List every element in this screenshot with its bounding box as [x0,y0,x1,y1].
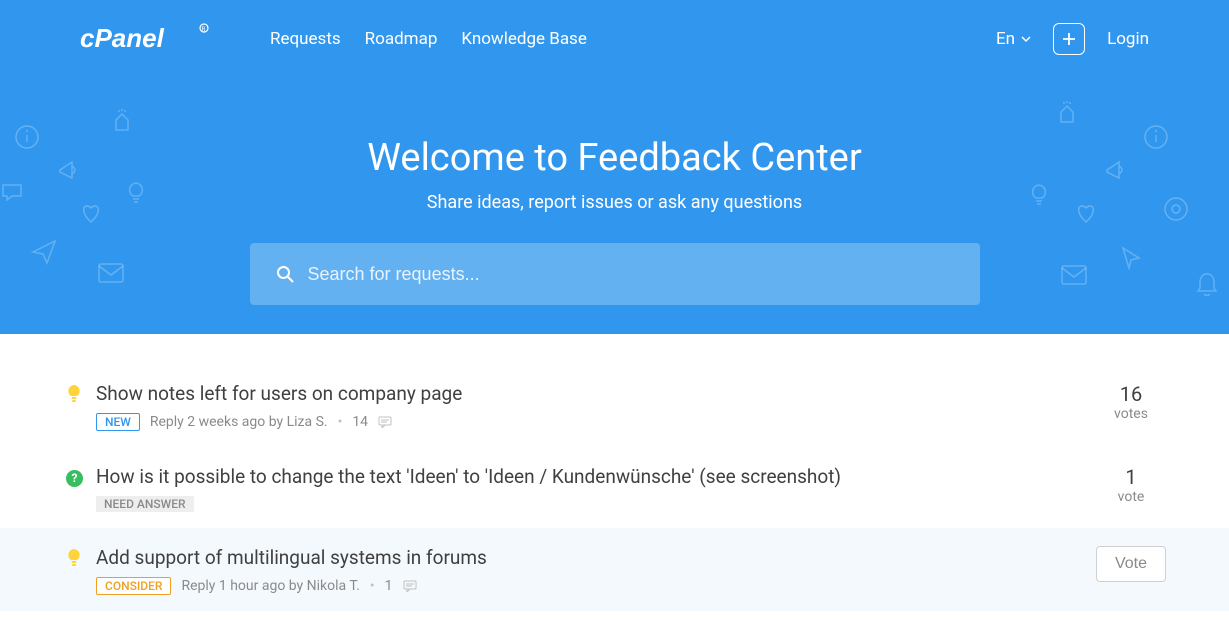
request-row[interactable]: Show notes left for users on company pag… [0,364,1229,447]
main-nav: Requests Roadmap Knowledge Base [270,29,587,49]
chevron-down-icon [1021,34,1031,44]
request-meta: CONSIDER Reply 1 hour ago by Nikola T. •… [96,577,1081,595]
nav-roadmap[interactable]: Roadmap [365,29,438,49]
reply-info: Reply 2 weeks ago by Liza S. [150,414,328,430]
search-icon [276,265,294,283]
add-button[interactable] [1053,23,1085,55]
reply-info: Reply 1 hour ago by Nikola T. [181,578,359,594]
info-deco-icon [14,124,40,150]
svg-text:R: R [202,26,206,33]
bulb-icon [66,548,82,568]
vote-block: 16 votes [1081,382,1181,422]
mail-deco-icon [96,258,126,288]
brand-logo[interactable]: cPanel R [80,22,210,56]
comment-icon [403,580,417,592]
comment-count: 1 [385,578,393,594]
request-list: Show notes left for users on company pag… [0,334,1229,611]
search-box[interactable] [250,243,980,305]
login-link[interactable]: Login [1107,29,1149,49]
request-title[interactable]: Show notes left for users on company pag… [96,382,1081,405]
comment-icon [378,416,392,428]
separator-dot: • [338,414,343,430]
row-type-icon: ? [48,465,96,487]
nav-knowledge-base[interactable]: Knowledge Base [461,29,586,49]
vote-label: vote [1081,489,1181,505]
request-meta: NEED ANSWER [96,496,1081,512]
bulb-deco-icon [124,180,148,204]
separator-dot: • [370,578,375,594]
mail-deco-right-icon [1059,260,1089,290]
vote-count: 1 [1081,465,1181,489]
status-badge: NEW [96,413,140,431]
plus-icon [1062,32,1076,46]
hero-title: Welcome to Feedback Center [0,136,1229,180]
row-main: Add support of multilingual systems in f… [96,546,1081,595]
bulb-deco-right-icon [1027,182,1051,206]
status-badge: NEED ANSWER [96,496,194,512]
hero-banner: cPanel R Requests Roadmap Knowledge Base… [0,0,1229,334]
nav-requests[interactable]: Requests [270,29,341,49]
language-label: En [996,29,1015,49]
topbar: cPanel R Requests Roadmap Knowledge Base… [0,0,1229,56]
vote-label: votes [1081,406,1181,422]
comment-count: 14 [352,414,368,430]
clap-deco-icon [108,108,136,136]
request-meta: NEW Reply 2 weeks ago by Liza S. • 14 [96,413,1081,431]
help-icon: ? [66,470,83,487]
bulb-icon [66,384,82,404]
row-type-icon [48,382,96,408]
clap-deco-right-icon [1053,100,1079,126]
heart-deco-right-icon [1073,200,1099,226]
heart-deco-icon [78,200,104,226]
vote-count: 16 [1081,382,1181,406]
row-type-icon [48,546,96,572]
request-title[interactable]: Add support of multilingual systems in f… [96,546,1081,569]
vote-block: 1 vote [1081,465,1181,505]
request-row[interactable]: Add support of multilingual systems in f… [0,528,1229,611]
info-deco-right-icon [1143,124,1169,150]
row-main: Show notes left for users on company pag… [96,382,1081,431]
right-controls: En Login [996,23,1149,55]
megaphone-deco-icon [56,156,82,182]
vote-block: Vote [1081,546,1181,582]
gear-deco-icon [1163,196,1189,222]
logo-text: cPanel [80,23,165,53]
row-main: How is it possible to change the text 'I… [96,465,1081,512]
hero-center: Welcome to Feedback Center Share ideas, … [0,56,1229,305]
status-badge: CONSIDER [96,577,171,595]
request-title[interactable]: How is it possible to change the text 'I… [96,465,1081,488]
language-selector[interactable]: En [996,29,1031,49]
vote-button[interactable]: Vote [1096,546,1166,582]
send-deco-icon [30,238,58,266]
megaphone-deco-right-icon [1103,156,1129,182]
request-row[interactable]: ? How is it possible to change the text … [0,447,1229,528]
bell-deco-icon [1193,270,1221,298]
search-input[interactable] [308,264,954,285]
cursor-deco-icon [1117,244,1145,272]
chat-deco-icon [0,180,24,204]
